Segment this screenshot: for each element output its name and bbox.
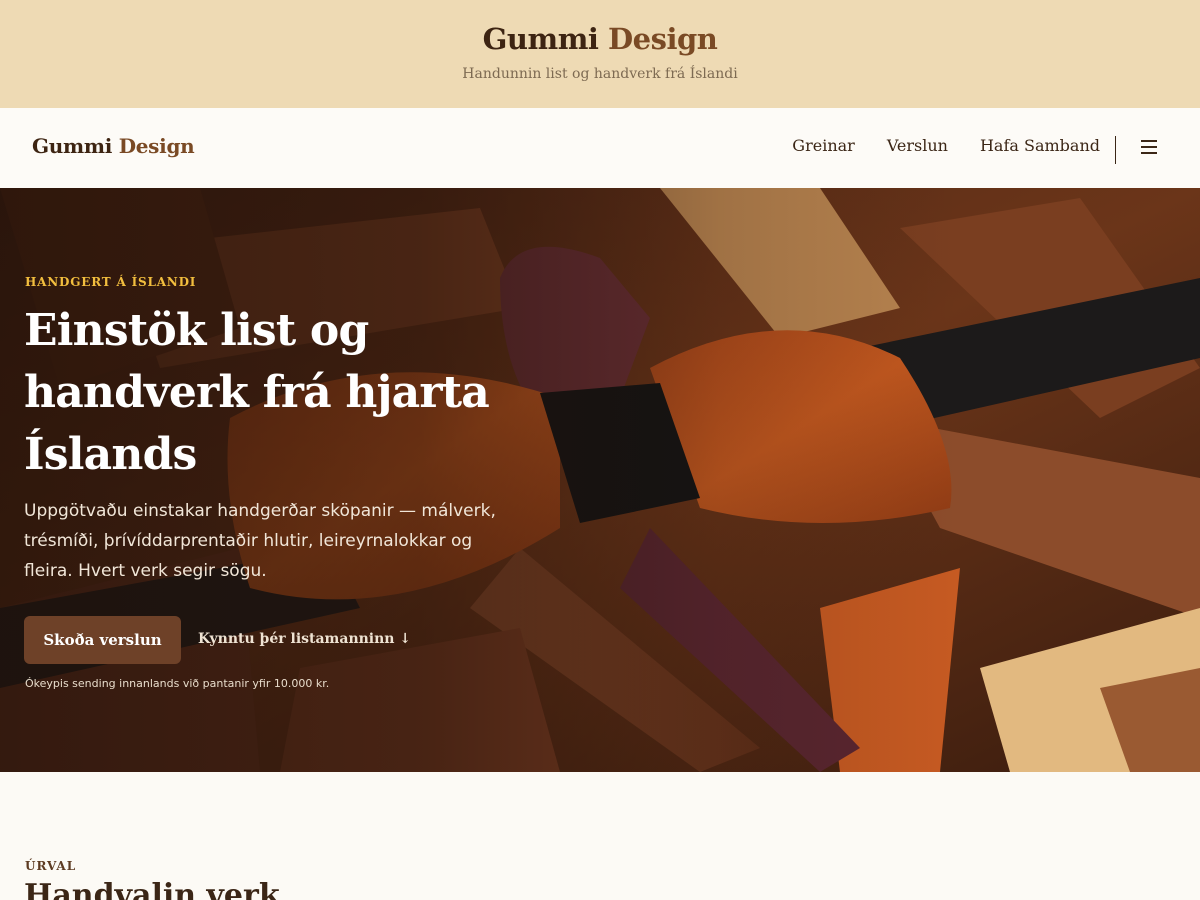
hero-eyebrow: HANDGERT Á ÍSLANDI	[25, 275, 197, 289]
featured-section: ÚRVAL Handvalin verk	[0, 772, 1200, 900]
shop-cta-button[interactable]: Skoða verslun	[24, 616, 181, 664]
nav-link-verslun[interactable]: Verslun	[887, 136, 948, 155]
hamburger-menu-icon[interactable]	[1141, 140, 1159, 156]
nav-links: Greinar Verslun Hafa Samband	[792, 136, 1100, 155]
nav-divider	[1115, 136, 1116, 164]
meet-artist-link[interactable]: Kynntu þér listamanninn ↓	[198, 631, 411, 647]
nav-logo-part1: Gummi	[32, 134, 113, 158]
featured-title: Handvalin verk	[24, 878, 280, 900]
banner-title-part1: Gummi	[482, 22, 599, 56]
nav-link-hafa-samband[interactable]: Hafa Samband	[980, 136, 1100, 155]
hero-section: HANDGERT Á ÍSLANDI Einstök list og handv…	[0, 188, 1200, 772]
nav-link-greinar[interactable]: Greinar	[792, 136, 855, 155]
banner-title: Gummi Design	[0, 22, 1200, 56]
site-banner: Gummi Design Handunnin list og handverk …	[0, 0, 1200, 108]
hero-lead: Uppgötvaðu einstakar handgerðar sköpanir…	[24, 501, 496, 581]
featured-eyebrow: ÚRVAL	[25, 859, 77, 873]
main-nav: Gummi Design Greinar Verslun Hafa Samban…	[0, 108, 1200, 188]
nav-logo-part2: Design	[118, 134, 195, 158]
shipping-note: Ókeypis sending innanlands við pantanir …	[25, 677, 330, 690]
banner-tagline: Handunnin list og handverk frá Íslandi	[462, 66, 738, 82]
hero-title: Einstök list og handverk frá hjarta Ísla…	[24, 305, 490, 480]
nav-logo[interactable]: Gummi Design	[32, 134, 195, 158]
banner-title-part2: Design	[608, 22, 718, 56]
